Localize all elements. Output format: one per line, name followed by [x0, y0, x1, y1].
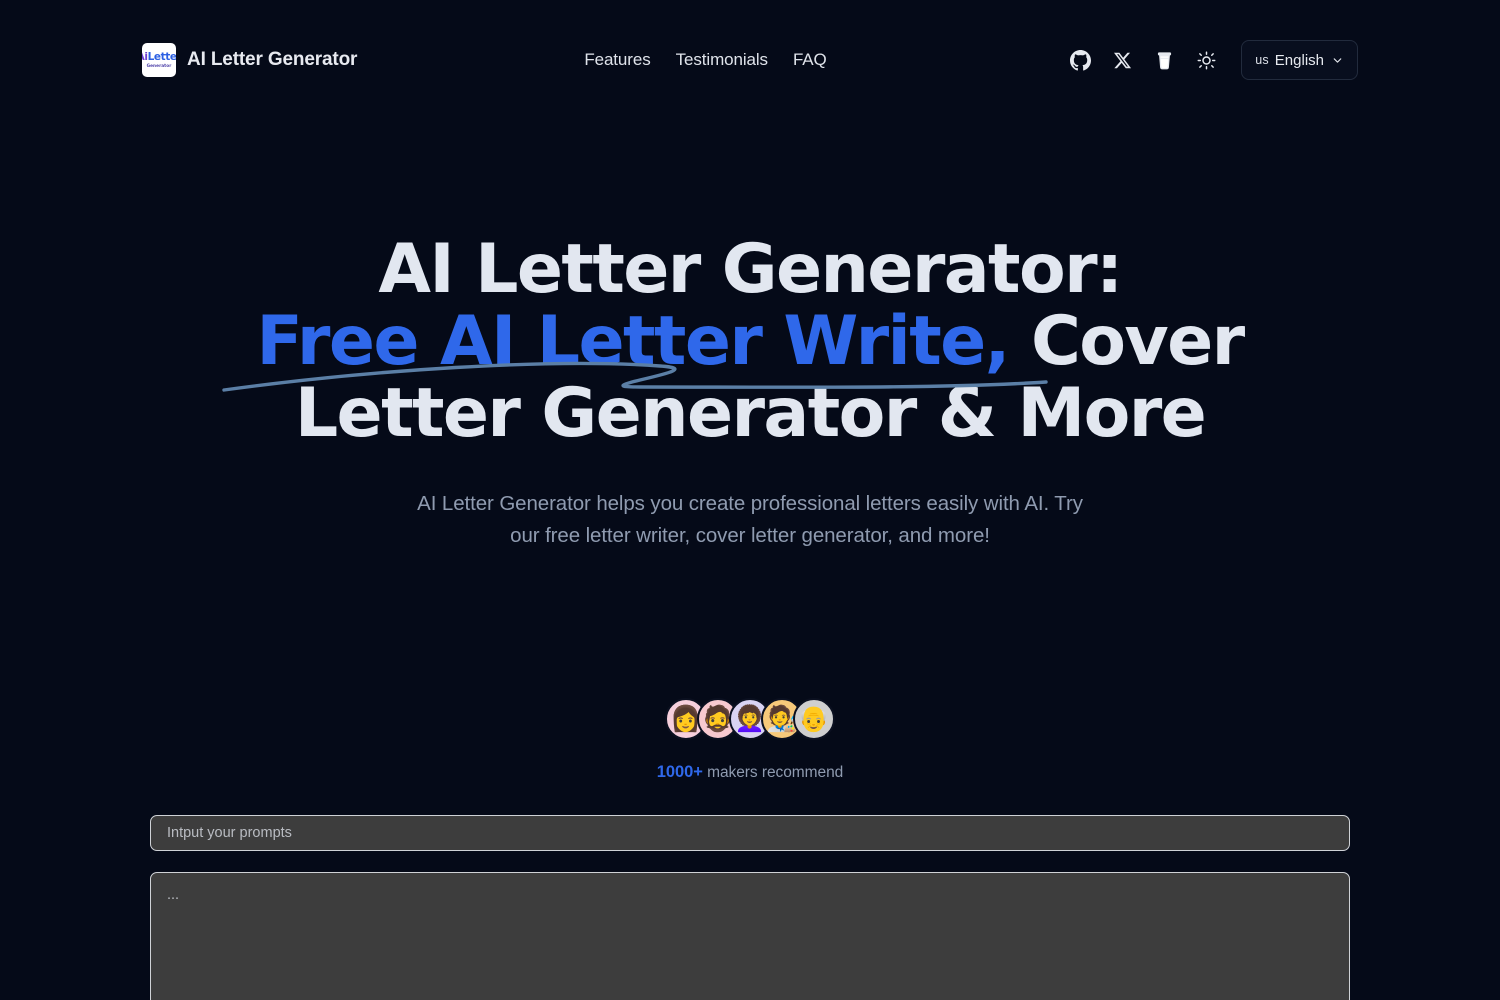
- hero-section: AI Letter Generator: Free AI Letter Writ…: [0, 120, 1500, 552]
- prompt-textarea[interactable]: [150, 872, 1350, 1000]
- hero-subtitle: AI Letter Generator helps you create pro…: [417, 492, 1083, 548]
- coffee-cup-icon: [1155, 50, 1174, 71]
- makers-count-suffix: makers recommend: [702, 764, 844, 781]
- social-proof: 👩 🧔 👩‍🦱 🧑‍🎨 👴 1000+ makers recommend: [0, 695, 1500, 782]
- nav-item-faq[interactable]: FAQ: [793, 50, 827, 70]
- chevron-down-icon: [1331, 54, 1344, 67]
- nav-item-testimonials[interactable]: Testimonials: [676, 50, 768, 70]
- language-selector-button[interactable]: us English: [1241, 40, 1358, 80]
- avatar-group: 👩 🧔 👩‍🦱 🧑‍🎨 👴: [0, 695, 1500, 743]
- page-title: AI Letter Generator: Free AI Letter Writ…: [160, 120, 1340, 450]
- sun-icon: [1196, 50, 1217, 71]
- main-nav: Features Testimonials FAQ: [584, 38, 826, 82]
- github-link-button[interactable]: [1059, 39, 1101, 81]
- buy-me-a-coffee-button[interactable]: [1143, 39, 1185, 81]
- makers-count: 1000+: [656, 763, 703, 781]
- headline-line-2-rest: Cover: [1008, 302, 1245, 382]
- theme-toggle-button[interactable]: [1185, 39, 1227, 81]
- headline-line-3: Letter Generator & More: [294, 374, 1207, 454]
- x-twitter-link-button[interactable]: [1101, 39, 1143, 81]
- makers-recommend-label: 1000+ makers recommend: [0, 763, 1500, 782]
- logo-generator-text: Generator: [146, 62, 172, 68]
- language-country-code: us: [1255, 53, 1269, 67]
- headline-highlight: Free AI Letter Write,: [256, 302, 1010, 382]
- brand-name: AI Letter Generator: [187, 49, 358, 70]
- github-icon: [1069, 49, 1091, 71]
- x-icon: [1113, 51, 1132, 70]
- logo-letter-text: Letter: [147, 50, 176, 63]
- avatar: 👴: [793, 698, 835, 740]
- site-header: AiLetter Generator AI Letter Generator F…: [0, 0, 1500, 120]
- brand-logo[interactable]: AiLetter Generator AI Letter Generator: [142, 38, 357, 82]
- language-name: English: [1274, 51, 1324, 69]
- prompt-input[interactable]: [150, 815, 1350, 851]
- ailetter-logo-icon: AiLetter Generator: [142, 43, 176, 77]
- headline-line-1: AI Letter Generator:: [378, 230, 1123, 309]
- nav-item-features[interactable]: Features: [584, 50, 650, 70]
- header-actions: us English: [1059, 38, 1358, 82]
- avatar-face: 👴: [798, 705, 830, 733]
- prompt-form: [150, 815, 1350, 1000]
